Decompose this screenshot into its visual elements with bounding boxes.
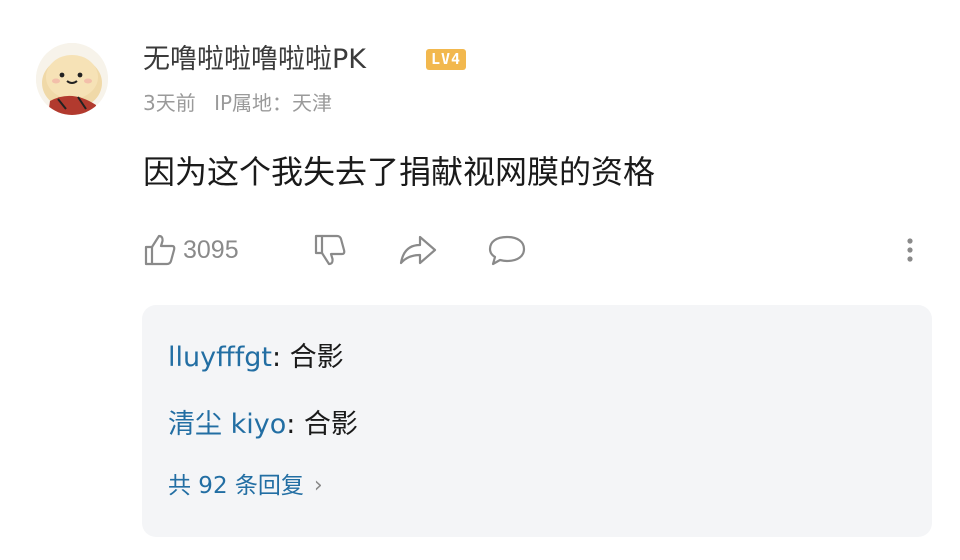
comment-text: 因为这个我失去了捐献视网膜的资格 xyxy=(143,153,656,191)
like-button[interactable]: 3095 xyxy=(143,228,239,272)
reply-item[interactable]: 清尘 kiyo: 合影 xyxy=(168,408,358,442)
avatar[interactable] xyxy=(36,43,108,115)
reply-author[interactable]: lluyfffgt xyxy=(168,342,272,373)
replies-preview: lluyfffgt: 合影 清尘 kiyo: 合影 共 92 条回复 › xyxy=(142,305,932,537)
timestamp: 3天前 xyxy=(143,91,196,115)
reply-author[interactable]: 清尘 kiyo xyxy=(168,409,286,440)
share-button[interactable] xyxy=(398,228,438,272)
reply-item[interactable]: lluyfffgt: 合影 xyxy=(168,341,344,375)
chevron-right-icon: › xyxy=(313,473,323,498)
reply-text: : 合影 xyxy=(271,342,344,373)
more-button[interactable] xyxy=(901,228,919,272)
action-bar: 3095 xyxy=(143,228,933,272)
comment-icon xyxy=(488,235,526,266)
reply-count-label: 共 92 条回复 xyxy=(168,473,304,499)
comment-meta: 3天前 IP属地：天津 xyxy=(143,90,332,116)
reply-button[interactable] xyxy=(487,228,527,272)
view-all-replies-link[interactable]: 共 92 条回复 › xyxy=(168,471,323,501)
level-badge: LV4 xyxy=(426,49,467,70)
more-icon xyxy=(907,238,913,262)
avatar-image xyxy=(36,43,108,115)
dislike-button[interactable] xyxy=(313,228,347,272)
username[interactable]: 无噜啦啦噜啦啦PK xyxy=(143,44,366,76)
thumbs-down-icon xyxy=(314,234,346,266)
like-count: 3095 xyxy=(183,235,239,264)
share-icon xyxy=(399,235,437,265)
ip-location: IP属地：天津 xyxy=(214,91,333,115)
reply-text: : 合影 xyxy=(286,409,358,440)
thumbs-up-icon xyxy=(144,234,176,266)
